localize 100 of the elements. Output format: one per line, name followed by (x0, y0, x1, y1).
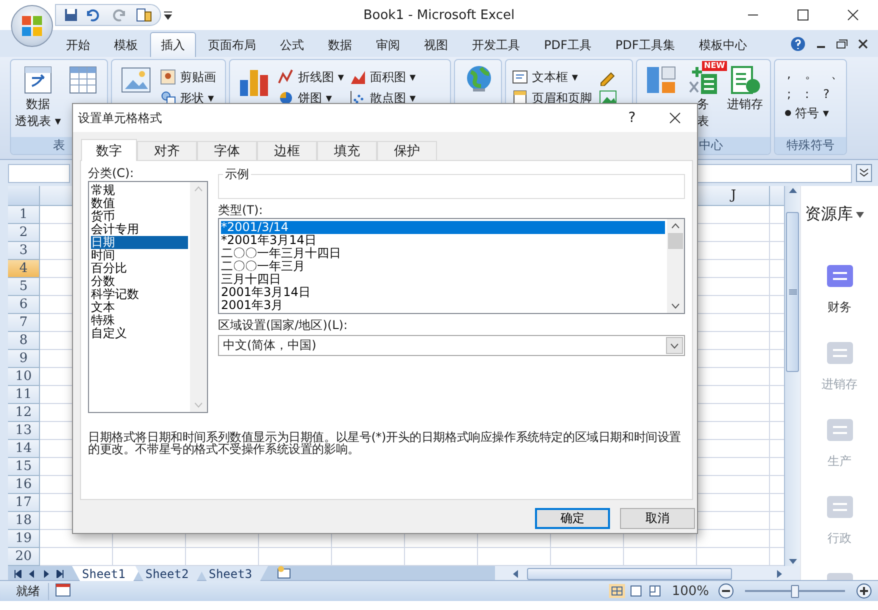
list-item[interactable]: 二〇〇一年三月 (221, 260, 665, 273)
symbol-button[interactable]: ; (787, 87, 792, 101)
row-header[interactable]: 6 (8, 296, 40, 314)
next-sheet-icon[interactable] (42, 570, 50, 578)
prev-sheet-icon[interactable] (28, 570, 36, 578)
ribbon-tab[interactable]: 模板中心 (686, 32, 759, 57)
list-item[interactable]: 三月十四日 (221, 273, 665, 286)
ribbon-tab[interactable]: 视图 (412, 32, 460, 57)
row-header[interactable]: 19 (8, 530, 40, 548)
row-header[interactable]: 17 (8, 494, 40, 512)
ribbon-label[interactable]: 透视表 ▾ (15, 113, 61, 130)
row-header[interactable]: 3 (8, 242, 40, 260)
normal-view-icon[interactable] (608, 584, 625, 598)
panel-item-label[interactable]: 财务 (828, 299, 852, 316)
symbol-button[interactable]: 。 (804, 66, 817, 82)
page-layout-icon[interactable] (628, 584, 644, 598)
last-sheet-icon[interactable] (56, 570, 64, 578)
row-header[interactable]: 12 (8, 404, 40, 422)
ribbon-command[interactable]: 文本框 ▾ (532, 68, 578, 86)
ribbon-tab[interactable]: 数据 (316, 32, 364, 57)
scroll-thumb[interactable] (668, 233, 683, 249)
macro-icon[interactable] (55, 582, 71, 596)
symbol-button[interactable]: , (787, 67, 791, 81)
row-header[interactable]: 5 (8, 278, 40, 296)
help-button[interactable]: ? (611, 110, 653, 126)
row-header[interactable]: 1 (8, 206, 40, 224)
row-header[interactable]: 13 (8, 422, 40, 440)
row-header[interactable]: 9 (8, 350, 40, 368)
row-header[interactable]: 16 (8, 476, 40, 494)
list-item[interactable]: 分数 (91, 275, 188, 288)
row-header[interactable]: 10 (8, 368, 40, 386)
ribbon-tab[interactable]: PDF工具集 (603, 32, 687, 57)
locale-select[interactable]: 中文(简体，中国) (218, 335, 685, 356)
list-item[interactable]: 百分比 (91, 262, 188, 275)
list-item[interactable]: 日期 (91, 236, 188, 249)
customize-caret-icon[interactable] (161, 10, 175, 20)
zoom-in-icon[interactable] (856, 583, 872, 599)
list-item[interactable]: 时间 (91, 249, 188, 262)
dialog-tab[interactable]: 对齐 (137, 141, 197, 160)
dialog-tab[interactable]: 填充 (317, 141, 377, 160)
ribbon-label[interactable]: 数据 (26, 96, 50, 113)
row-header[interactable]: 11 (8, 386, 40, 404)
list-item[interactable]: 自定义 (91, 327, 188, 340)
ribbon-command[interactable]: 形状 ▾ (180, 90, 214, 106)
symbol-button[interactable]: ? (823, 87, 830, 101)
insert-sheet-icon[interactable] (276, 565, 292, 579)
restore-icon[interactable] (836, 39, 848, 49)
list-item[interactable]: 2001年3月14日 (221, 286, 665, 299)
symbol-button[interactable]: : (805, 87, 810, 101)
ribbon-tab[interactable]: PDF工具 (532, 32, 604, 57)
category-list[interactable]: 常规 数值 货币 会计专用 日期 时间 百分比 分数 科学记数 文本 特殊 自定义 (88, 181, 208, 413)
ribbon-command[interactable]: 页眉和页脚 (532, 90, 592, 106)
expand-button[interactable] (856, 164, 872, 182)
ok-button[interactable]: 确定 (535, 508, 610, 529)
zoom-level[interactable]: 100% (666, 584, 715, 598)
row-header[interactable]: 14 (8, 440, 40, 458)
ribbon-tab[interactable]: 审阅 (364, 32, 412, 57)
list-item[interactable]: 特殊 (91, 314, 188, 327)
ribbon-label[interactable]: 表 (697, 113, 709, 130)
symbol-button[interactable]: 、 (830, 66, 843, 82)
list-item[interactable]: 科学记数 (91, 288, 188, 301)
ribbon-tab[interactable]: 开始 (54, 32, 102, 57)
ribbon-command[interactable]: 剪贴画 (180, 68, 216, 86)
vertical-scrollbar[interactable] (784, 186, 800, 566)
dialog-tab[interactable]: 数字 (81, 139, 137, 161)
close-icon[interactable] (858, 39, 868, 49)
sheet-tab[interactable]: Sheet3 (198, 566, 268, 581)
dialog-tab[interactable]: 保护 (377, 141, 437, 160)
row-header[interactable]: 20 (8, 548, 40, 566)
row-header[interactable]: 8 (8, 332, 40, 350)
ribbon-command[interactable]: 饼图 ▾ (298, 90, 332, 106)
ribbon-tab[interactable]: 模板 (102, 32, 150, 57)
ribbon-tab[interactable]: 页面布局 (196, 32, 268, 57)
list-item[interactable]: *2001年3月14日 (221, 234, 665, 247)
panel-title[interactable]: 资源库 (805, 204, 853, 225)
type-list[interactable]: *2001/3/14 *2001年3月14日 二〇〇一年三月十四日 二〇〇一年三月 三月十四日 2001年3月14日 2001年3月 (218, 218, 685, 314)
ribbon-label[interactable]: 进销存 (727, 96, 763, 113)
zoom-out-icon[interactable] (718, 583, 734, 599)
row-header[interactable]: 18 (8, 512, 40, 530)
list-item[interactable]: *2001/3/14 (221, 221, 665, 234)
row-header[interactable]: 7 (8, 314, 40, 332)
list-item[interactable]: 常规 (91, 184, 188, 197)
ribbon-label[interactable]: 务 (697, 96, 709, 113)
list-item[interactable]: 二〇〇一年三月十四日 (221, 247, 665, 260)
row-header[interactable]: 4 (8, 260, 40, 278)
save-icon[interactable] (64, 8, 78, 22)
list-item[interactable]: 文本 (91, 301, 188, 314)
ribbon-tab[interactable]: 开发工具 (460, 32, 532, 57)
symbol-menu[interactable]: 符号 ▾ (795, 104, 829, 122)
list-item[interactable]: 货币 (91, 210, 188, 223)
form-icon[interactable] (136, 8, 152, 22)
cancel-button[interactable]: 取消 (620, 508, 695, 529)
list-item[interactable]: 数值 (91, 197, 188, 210)
ribbon-command[interactable]: 折线图 ▾ (298, 68, 344, 86)
first-sheet-icon[interactable] (14, 570, 22, 578)
ribbon-tab[interactable]: 插入 (150, 32, 196, 57)
help-icon[interactable] (790, 36, 806, 52)
row-header[interactable]: 2 (8, 224, 40, 242)
dialog-tab[interactable]: 边框 (257, 141, 317, 160)
list-item[interactable]: 2001年3月 (221, 299, 665, 312)
